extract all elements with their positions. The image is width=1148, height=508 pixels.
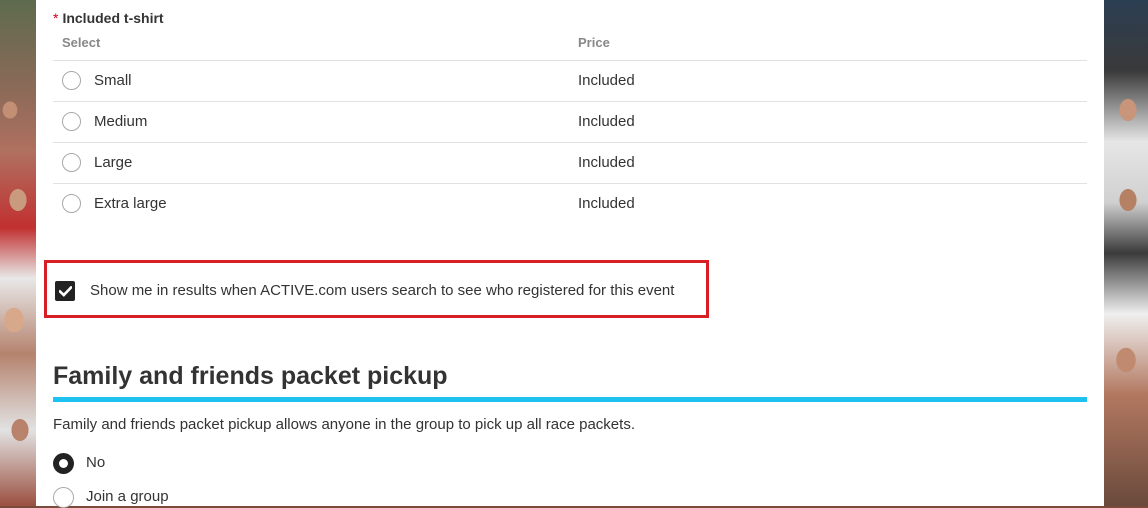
- tshirt-medium-radio[interactable]: [62, 112, 81, 131]
- search-visibility-checkbox[interactable]: [55, 281, 75, 301]
- tshirt-large-radio[interactable]: [62, 153, 81, 172]
- pickup-no-radio[interactable]: [53, 453, 74, 474]
- tshirt-option-row[interactable]: Extra large Included: [53, 183, 1087, 225]
- tshirt-extra-large-radio[interactable]: [62, 194, 81, 213]
- tshirt-option-label: Medium: [94, 113, 148, 130]
- registration-form-card: * Included t-shirt Select Price Small Inc…: [36, 0, 1104, 508]
- search-visibility-highlight: Show me in results when ACTIVE.com users…: [44, 260, 709, 318]
- pickup-option-label: No: [86, 454, 106, 471]
- pickup-join-group-radio[interactable]: [53, 487, 74, 508]
- heading-divider: [53, 397, 1087, 402]
- tshirt-label-text: Included t-shirt: [62, 10, 164, 26]
- background-photo-right: [1104, 0, 1148, 506]
- tshirt-option-price: Included: [578, 154, 635, 171]
- tshirt-option-row[interactable]: Small Included: [53, 60, 1087, 102]
- tshirt-section-label: * Included t-shirt: [53, 10, 164, 26]
- pickup-option-label: Join a group: [86, 488, 169, 505]
- background-photo-left: [0, 0, 36, 506]
- check-icon: [58, 285, 72, 297]
- tshirt-small-radio[interactable]: [62, 71, 81, 90]
- tshirt-option-price: Included: [578, 72, 635, 89]
- column-header-select: Select: [62, 35, 101, 50]
- tshirt-option-row[interactable]: Medium Included: [53, 101, 1087, 143]
- tshirt-option-price: Included: [578, 113, 635, 130]
- tshirt-option-label: Large: [94, 154, 133, 171]
- tshirt-option-label: Extra large: [94, 195, 167, 212]
- required-marker: *: [53, 10, 59, 26]
- tshirt-option-row[interactable]: Large Included: [53, 142, 1087, 184]
- column-header-price: Price: [578, 35, 610, 50]
- tshirt-option-label: Small: [94, 72, 132, 89]
- tshirt-option-price: Included: [578, 195, 635, 212]
- packet-pickup-heading: Family and friends packet pickup: [53, 362, 448, 390]
- packet-pickup-description: Family and friends packet pickup allows …: [53, 416, 635, 433]
- search-visibility-label: Show me in results when ACTIVE.com users…: [90, 282, 675, 299]
